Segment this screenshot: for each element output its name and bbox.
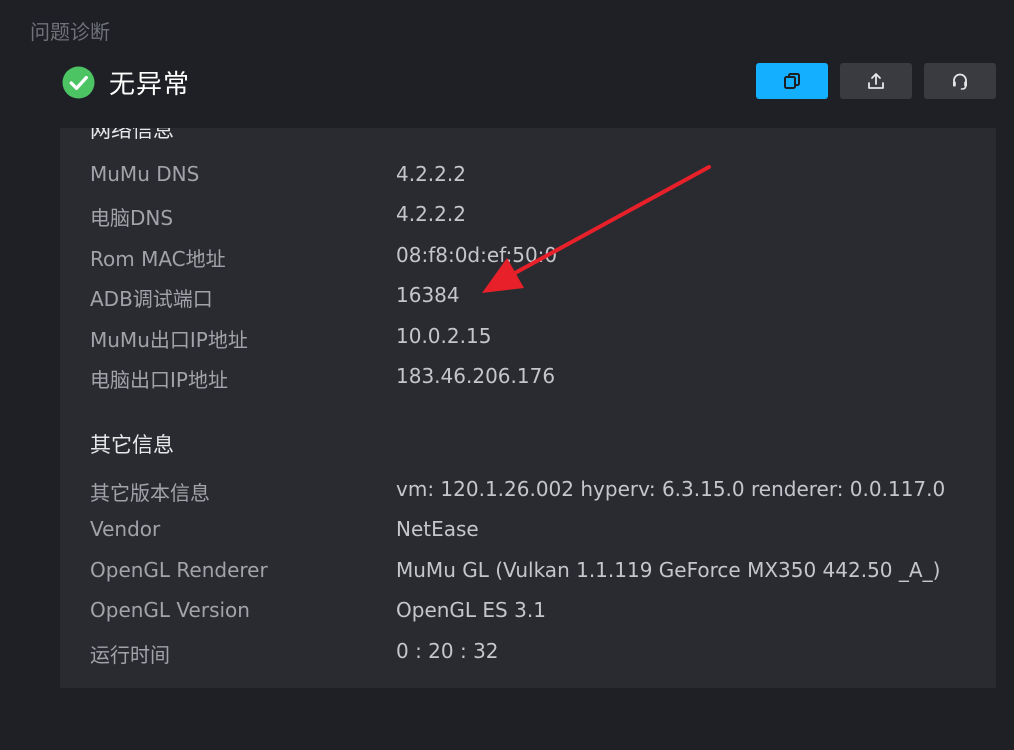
info-row: Vendor NetEase (60, 517, 996, 545)
info-label: Vendor (90, 517, 161, 541)
diagnosis-status: 无异常 (62, 64, 190, 100)
info-label: Rom MAC地址 (90, 247, 226, 271)
info-value: 183.46.206.176 (396, 364, 556, 388)
info-label: OpenGL Version (90, 598, 250, 622)
info-value: 08:f8:0d:ef:50:0 (396, 243, 558, 267)
info-row: Rom MAC地址 08:f8:0d:ef:50:0 (60, 243, 996, 271)
support-button[interactable] (924, 63, 996, 99)
copy-icon (784, 73, 800, 89)
share-icon (868, 73, 884, 89)
info-row: 电脑出口IP地址 183.46.206.176 (60, 364, 996, 392)
info-row: MuMu DNS 4.2.2.2 (60, 162, 996, 190)
info-label: MuMu DNS (90, 162, 200, 186)
info-label: ADB调试端口 (90, 287, 213, 311)
info-row: OpenGL Renderer MuMu GL (Vulkan 1.1.119 … (60, 558, 996, 586)
info-value: MuMu GL (Vulkan 1.1.119 GeForce MX350 44… (396, 558, 941, 582)
info-label: 电脑DNS (90, 206, 174, 230)
share-button[interactable] (840, 63, 912, 99)
info-row: 运行时间 0 : 20 : 32 (60, 639, 996, 667)
info-row: ADB调试端口 16384 (60, 283, 996, 311)
info-label: MuMu出口IP地址 (90, 328, 248, 352)
info-value: 10.0.2.15 (396, 324, 492, 348)
info-label: 运行时间 (90, 643, 170, 667)
info-label: 电脑出口IP地址 (90, 368, 228, 392)
info-row: 电脑DNS 4.2.2.2 (60, 202, 996, 230)
info-panel[interactable]: 网络信息 MuMu DNS 4.2.2.2 电脑DNS 4.2.2.2 Rom … (60, 128, 996, 688)
info-value: NetEase (396, 517, 479, 541)
info-label: OpenGL Renderer (90, 558, 268, 582)
network-section-title: 网络信息 (90, 128, 174, 142)
info-value: 4.2.2.2 (396, 202, 466, 226)
status-text: 无异常 (109, 69, 191, 100)
support-headset-icon (953, 73, 967, 90)
window-title: 问题诊断 (30, 20, 110, 44)
info-value: vm: 120.1.26.002 hyperv: 6.3.15.0 render… (396, 477, 946, 501)
info-value: 16384 (396, 283, 460, 307)
check-circle-icon (62, 65, 95, 99)
info-label: 其它版本信息 (90, 481, 210, 505)
other-section-title: 其它信息 (90, 433, 174, 457)
info-row: OpenGL Version OpenGL ES 3.1 (60, 598, 996, 626)
info-row: 其它版本信息 vm: 120.1.26.002 hyperv: 6.3.15.0… (60, 477, 996, 505)
info-value: 4.2.2.2 (396, 162, 466, 186)
info-row: MuMu出口IP地址 10.0.2.15 (60, 324, 996, 352)
info-value: OpenGL ES 3.1 (396, 598, 546, 622)
copy-button[interactable] (756, 63, 828, 99)
info-value: 0 : 20 : 32 (396, 639, 499, 663)
